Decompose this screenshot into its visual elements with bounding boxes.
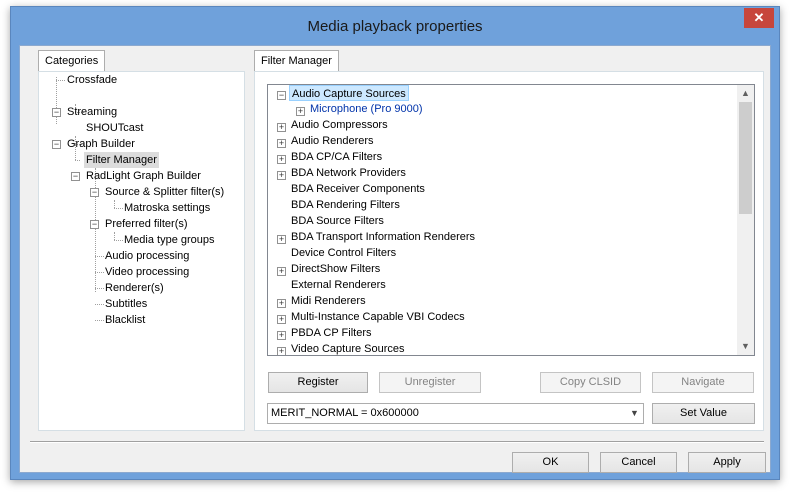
tree-item-renderers[interactable]: Renderer(s) [103, 280, 166, 296]
tree-item-matroska-settings[interactable]: Matroska settings [122, 200, 212, 216]
filter-manager-tab[interactable]: Filter Manager [254, 50, 339, 71]
filter-manager-panel: − Audio Capture Sources + Microphone (Pr… [254, 71, 764, 431]
dialog-window: Media playback properties ✕ Categories C… [10, 6, 780, 480]
expand-icon[interactable]: + [277, 267, 286, 276]
copy-clsid-button[interactable]: Copy CLSID [540, 372, 641, 393]
expand-icon[interactable]: + [277, 299, 286, 308]
tree-item-radlight-graph-builder[interactable]: RadLight Graph Builder [84, 168, 203, 184]
close-icon: ✕ [753, 10, 765, 25]
cancel-button[interactable]: Cancel [600, 452, 677, 473]
merit-dropdown[interactable]: MERIT_NORMAL = 0x600000 ▼ [267, 403, 644, 424]
expand-icon[interactable]: + [277, 331, 286, 340]
collapse-icon[interactable]: − [71, 172, 80, 181]
expand-icon[interactable]: + [277, 155, 286, 164]
categories-tree-panel: Crossfade − Streaming SHOUTcast − Graph … [38, 71, 245, 431]
tree-item-subtitles[interactable]: Subtitles [103, 296, 149, 312]
categories-tab: Categories [38, 50, 106, 71]
filter-tree-list[interactable]: − Audio Capture Sources + Microphone (Pr… [267, 84, 755, 356]
filter-item-audio-compressors[interactable]: Audio Compressors [289, 117, 390, 133]
filter-item-vbi-codecs[interactable]: Multi-Instance Capable VBI Codecs [289, 309, 467, 325]
filter-item-bda-rendering-filters[interactable]: BDA Rendering Filters [289, 197, 402, 213]
filter-item-bda-network-providers[interactable]: BDA Network Providers [289, 165, 408, 181]
categories-title: Categories [45, 55, 99, 67]
tree-item-shoutcast[interactable]: SHOUTcast [84, 120, 145, 136]
tree-item-media-type-groups[interactable]: Media type groups [122, 232, 217, 248]
scroll-up-icon[interactable]: ▲ [737, 85, 754, 102]
title-bar[interactable]: Media playback properties ✕ [11, 7, 779, 45]
collapse-icon[interactable]: − [52, 140, 61, 149]
filter-item-external-renderers[interactable]: External Renderers [289, 277, 388, 293]
filter-item-pbda-cp[interactable]: PBDA CP Filters [289, 325, 374, 341]
filter-item-audio-renderers[interactable]: Audio Renderers [289, 133, 376, 149]
footer-divider [30, 441, 764, 443]
tree-item-blacklist[interactable]: Blacklist [103, 312, 147, 328]
filter-item-video-capture[interactable]: Video Capture Sources [289, 341, 407, 355]
filter-item-device-control[interactable]: Device Control Filters [289, 245, 398, 261]
dialog-client: Categories Crossfade − Streaming SHOUTca… [19, 45, 771, 473]
filter-item-bda-receiver-components[interactable]: BDA Receiver Components [289, 181, 427, 197]
categories-tree: Crossfade − Streaming SHOUTcast − Graph … [39, 72, 244, 430]
scroll-thumb[interactable] [739, 102, 752, 214]
filter-item-bda-cp-ca[interactable]: BDA CP/CA Filters [289, 149, 384, 165]
unregister-button[interactable]: Unregister [379, 372, 481, 393]
expand-icon[interactable]: + [277, 235, 286, 244]
tree-item-filter-manager[interactable]: Filter Manager [84, 152, 159, 168]
apply-button[interactable]: Apply [688, 452, 766, 473]
tree-item-preferred-filters[interactable]: Preferred filter(s) [103, 216, 190, 232]
window-title: Media playback properties [307, 18, 483, 35]
expand-icon[interactable]: + [277, 139, 286, 148]
collapse-icon[interactable]: − [90, 188, 99, 197]
scroll-down-icon[interactable]: ▼ [737, 338, 754, 355]
collapse-icon[interactable]: − [90, 220, 99, 229]
tree-item-audio-processing[interactable]: Audio processing [103, 248, 191, 264]
tree-item-graph-builder[interactable]: Graph Builder [65, 136, 137, 152]
set-value-button[interactable]: Set Value [652, 403, 755, 424]
collapse-icon[interactable]: − [52, 108, 61, 117]
close-button[interactable]: ✕ [744, 8, 774, 28]
tree-item-streaming[interactable]: Streaming [65, 104, 119, 120]
expand-icon[interactable]: + [277, 123, 286, 132]
filter-list-scrollbar[interactable]: ▲ ▼ [737, 85, 754, 355]
filter-item-audio-capture-sources[interactable]: Audio Capture Sources [289, 85, 409, 101]
register-button[interactable]: Register [268, 372, 368, 393]
expand-icon[interactable]: + [277, 315, 286, 324]
expand-icon[interactable]: + [296, 107, 305, 116]
filter-tree: − Audio Capture Sources + Microphone (Pr… [268, 85, 738, 355]
navigate-button[interactable]: Navigate [652, 372, 754, 393]
filter-item-bda-source-filters[interactable]: BDA Source Filters [289, 213, 386, 229]
tree-item-video-processing[interactable]: Video processing [103, 264, 191, 280]
chevron-down-icon[interactable]: ▼ [626, 404, 643, 423]
merit-value: MERIT_NORMAL = 0x600000 [271, 407, 419, 419]
tree-item-crossfade[interactable]: Crossfade [65, 72, 119, 88]
ok-button[interactable]: OK [512, 452, 589, 473]
filter-item-directshow-filters[interactable]: DirectShow Filters [289, 261, 382, 277]
collapse-icon[interactable]: − [277, 91, 286, 100]
tree-item-source-splitter[interactable]: Source & Splitter filter(s) [103, 184, 226, 200]
filter-item-microphone[interactable]: Microphone (Pro 9000) [308, 101, 425, 117]
filter-manager-title: Filter Manager [261, 55, 332, 67]
filter-item-midi-renderers[interactable]: Midi Renderers [289, 293, 368, 309]
expand-icon[interactable]: + [277, 347, 286, 355]
expand-icon[interactable]: + [277, 171, 286, 180]
filter-item-bda-transport[interactable]: BDA Transport Information Renderers [289, 229, 477, 245]
